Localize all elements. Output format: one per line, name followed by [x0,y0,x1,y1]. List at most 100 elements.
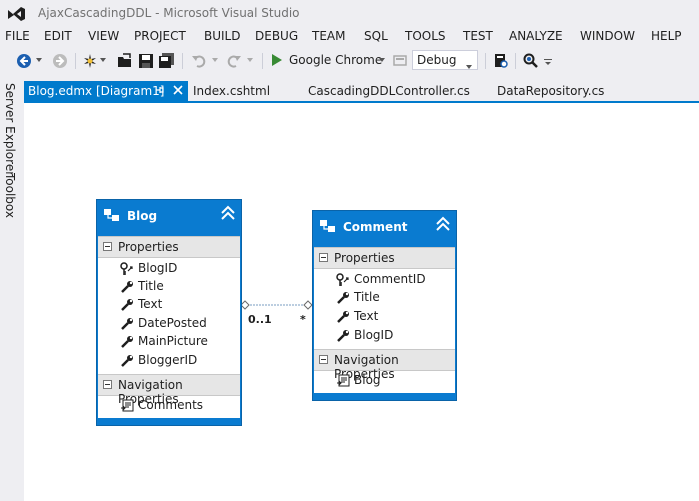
entity-header: Blog [97,200,241,236]
collapse-icon[interactable] [435,216,451,235]
new-project-icon[interactable] [82,53,98,69]
collapse-section-icon[interactable] [319,355,328,364]
toolbar-separator [75,53,76,69]
property-name: BlogID [354,328,394,342]
new-project-dropdown-icon[interactable] [100,58,106,62]
wrench-icon [120,280,134,297]
property-name: Title [354,290,380,304]
run-target-dropdown-icon[interactable] [379,58,385,62]
back-icon[interactable] [16,53,32,69]
diagram-canvas[interactable]: 0..1 * Blog Properties BlogID Title Text… [24,103,699,501]
collapse-section-icon[interactable] [319,253,328,262]
configuration-select[interactable]: Debug [412,50,478,70]
wrench-icon [336,329,350,346]
multiplicity-right-label: * [300,313,306,326]
properties-section-header[interactable]: Properties [314,247,455,269]
wrench-icon [336,291,350,308]
menu-sql[interactable]: SQL [364,29,388,43]
save-icon[interactable] [138,53,154,69]
property-name: BloggerID [138,353,198,367]
collapse-section-icon[interactable] [103,380,112,389]
menu-view[interactable]: VIEW [88,29,119,43]
toolbox-tab[interactable]: Toolbox [3,173,17,218]
entity-comment[interactable]: Comment Properties CommentID Title Text … [312,210,457,401]
property-name: BlogID [138,261,178,275]
toolbar-separator [262,53,263,69]
document-tabs: Blog.edmx [Diagram1] Index.cshtml Cascad… [24,81,699,103]
wrench-icon [120,335,134,352]
undo-icon[interactable] [191,53,207,69]
entity-name: Blog [127,209,158,223]
navigation-section-header[interactable]: Navigation Properties [314,349,455,381]
section-label: Navigation Properties [334,353,399,381]
menu-tools[interactable]: TOOLS [405,29,446,43]
toolbar-overflow-icon[interactable] [544,59,552,65]
menu-file[interactable]: FILE [5,29,30,43]
standard-toolbar: Google Chrome Debug [0,48,699,74]
entity-type-icon [319,218,337,237]
window-title: AjaxCascadingDDL - Microsoft Visual Stud… [38,6,300,20]
configuration-dropdown-icon [466,58,472,72]
entity-body: Properties CommentID Title Text BlogID N… [314,247,455,393]
toolbar-separator [182,53,183,69]
close-tab-icon[interactable] [173,81,183,101]
section-label: Properties [118,240,179,254]
menu-team[interactable]: TEAM [312,29,345,43]
toolbar-separator [515,53,516,69]
property-name: CommentID [354,272,426,286]
save-all-icon[interactable] [158,53,176,69]
property-name: Text [354,309,379,323]
properties-section-header[interactable]: Properties [98,236,240,258]
wrench-icon [120,317,134,334]
multiplicity-left-label: 0..1 [248,313,272,326]
navigation-section-header[interactable]: Navigation Properties [98,374,240,406]
tab-cascadingddlcontroller[interactable]: CascadingDDLController.cs [308,81,470,101]
collapse-icon[interactable] [220,205,236,224]
wrench-icon [336,310,350,327]
property-name: MainPicture [138,334,208,348]
tab-blog-edmx[interactable]: Blog.edmx [Diagram1] [24,81,188,101]
redo-dropdown-icon[interactable] [247,58,253,62]
tab-index-cshtml[interactable]: Index.cshtml [193,81,270,101]
visual-studio-logo-icon [6,5,28,26]
entity-name: Comment [343,220,408,234]
key-property-icon [336,273,350,290]
tab-datarepository[interactable]: DataRepository.cs [497,81,604,101]
tab-label: DataRepository.cs [497,84,605,98]
menu-build[interactable]: BUILD [204,29,240,43]
menu-test[interactable]: TEST [463,29,493,43]
pin-icon[interactable] [155,81,165,101]
entity-header: Comment [313,211,456,247]
open-file-icon[interactable] [117,53,133,69]
menu-bar: FILE EDIT VIEW PROJECT BUILD DEBUG TEAM … [0,27,699,47]
menu-project[interactable]: PROJECT [134,29,186,43]
entity-blog[interactable]: Blog Properties BlogID Title Text DatePo… [96,199,242,426]
undo-dropdown-icon[interactable] [212,58,218,62]
entity-body: Properties BlogID Title Text DatePosted [98,236,240,418]
entity-type-icon [103,207,121,226]
quick-find-icon[interactable] [523,53,539,69]
tab-label: Index.cshtml [193,84,271,98]
menu-debug[interactable]: DEBUG [255,29,298,43]
collapse-section-icon[interactable] [103,242,112,251]
redo-icon[interactable] [226,53,242,69]
menu-help[interactable]: HELP [651,29,682,43]
navigation-property-name: Comments [138,398,204,412]
start-icon[interactable] [271,53,283,67]
menu-analyze[interactable]: ANALYZE [509,29,563,43]
server-explorer-tab[interactable]: Server Explorer [3,83,17,176]
key-property-icon [120,262,134,279]
toolbar-separator [485,53,486,69]
find-in-files-icon[interactable] [493,53,509,69]
back-dropdown-icon[interactable] [36,58,42,62]
configuration-value: Debug [417,53,457,67]
run-target-label[interactable]: Google Chrome [289,53,382,67]
forward-icon[interactable] [52,53,68,69]
navigation-property-icon [120,399,134,416]
menu-edit[interactable]: EDIT [44,29,72,43]
wrench-icon [120,298,134,315]
property-name: Text [138,297,163,311]
solution-config-icon[interactable] [393,53,407,67]
menu-window[interactable]: WINDOW [580,29,635,43]
wrench-icon [120,354,134,371]
